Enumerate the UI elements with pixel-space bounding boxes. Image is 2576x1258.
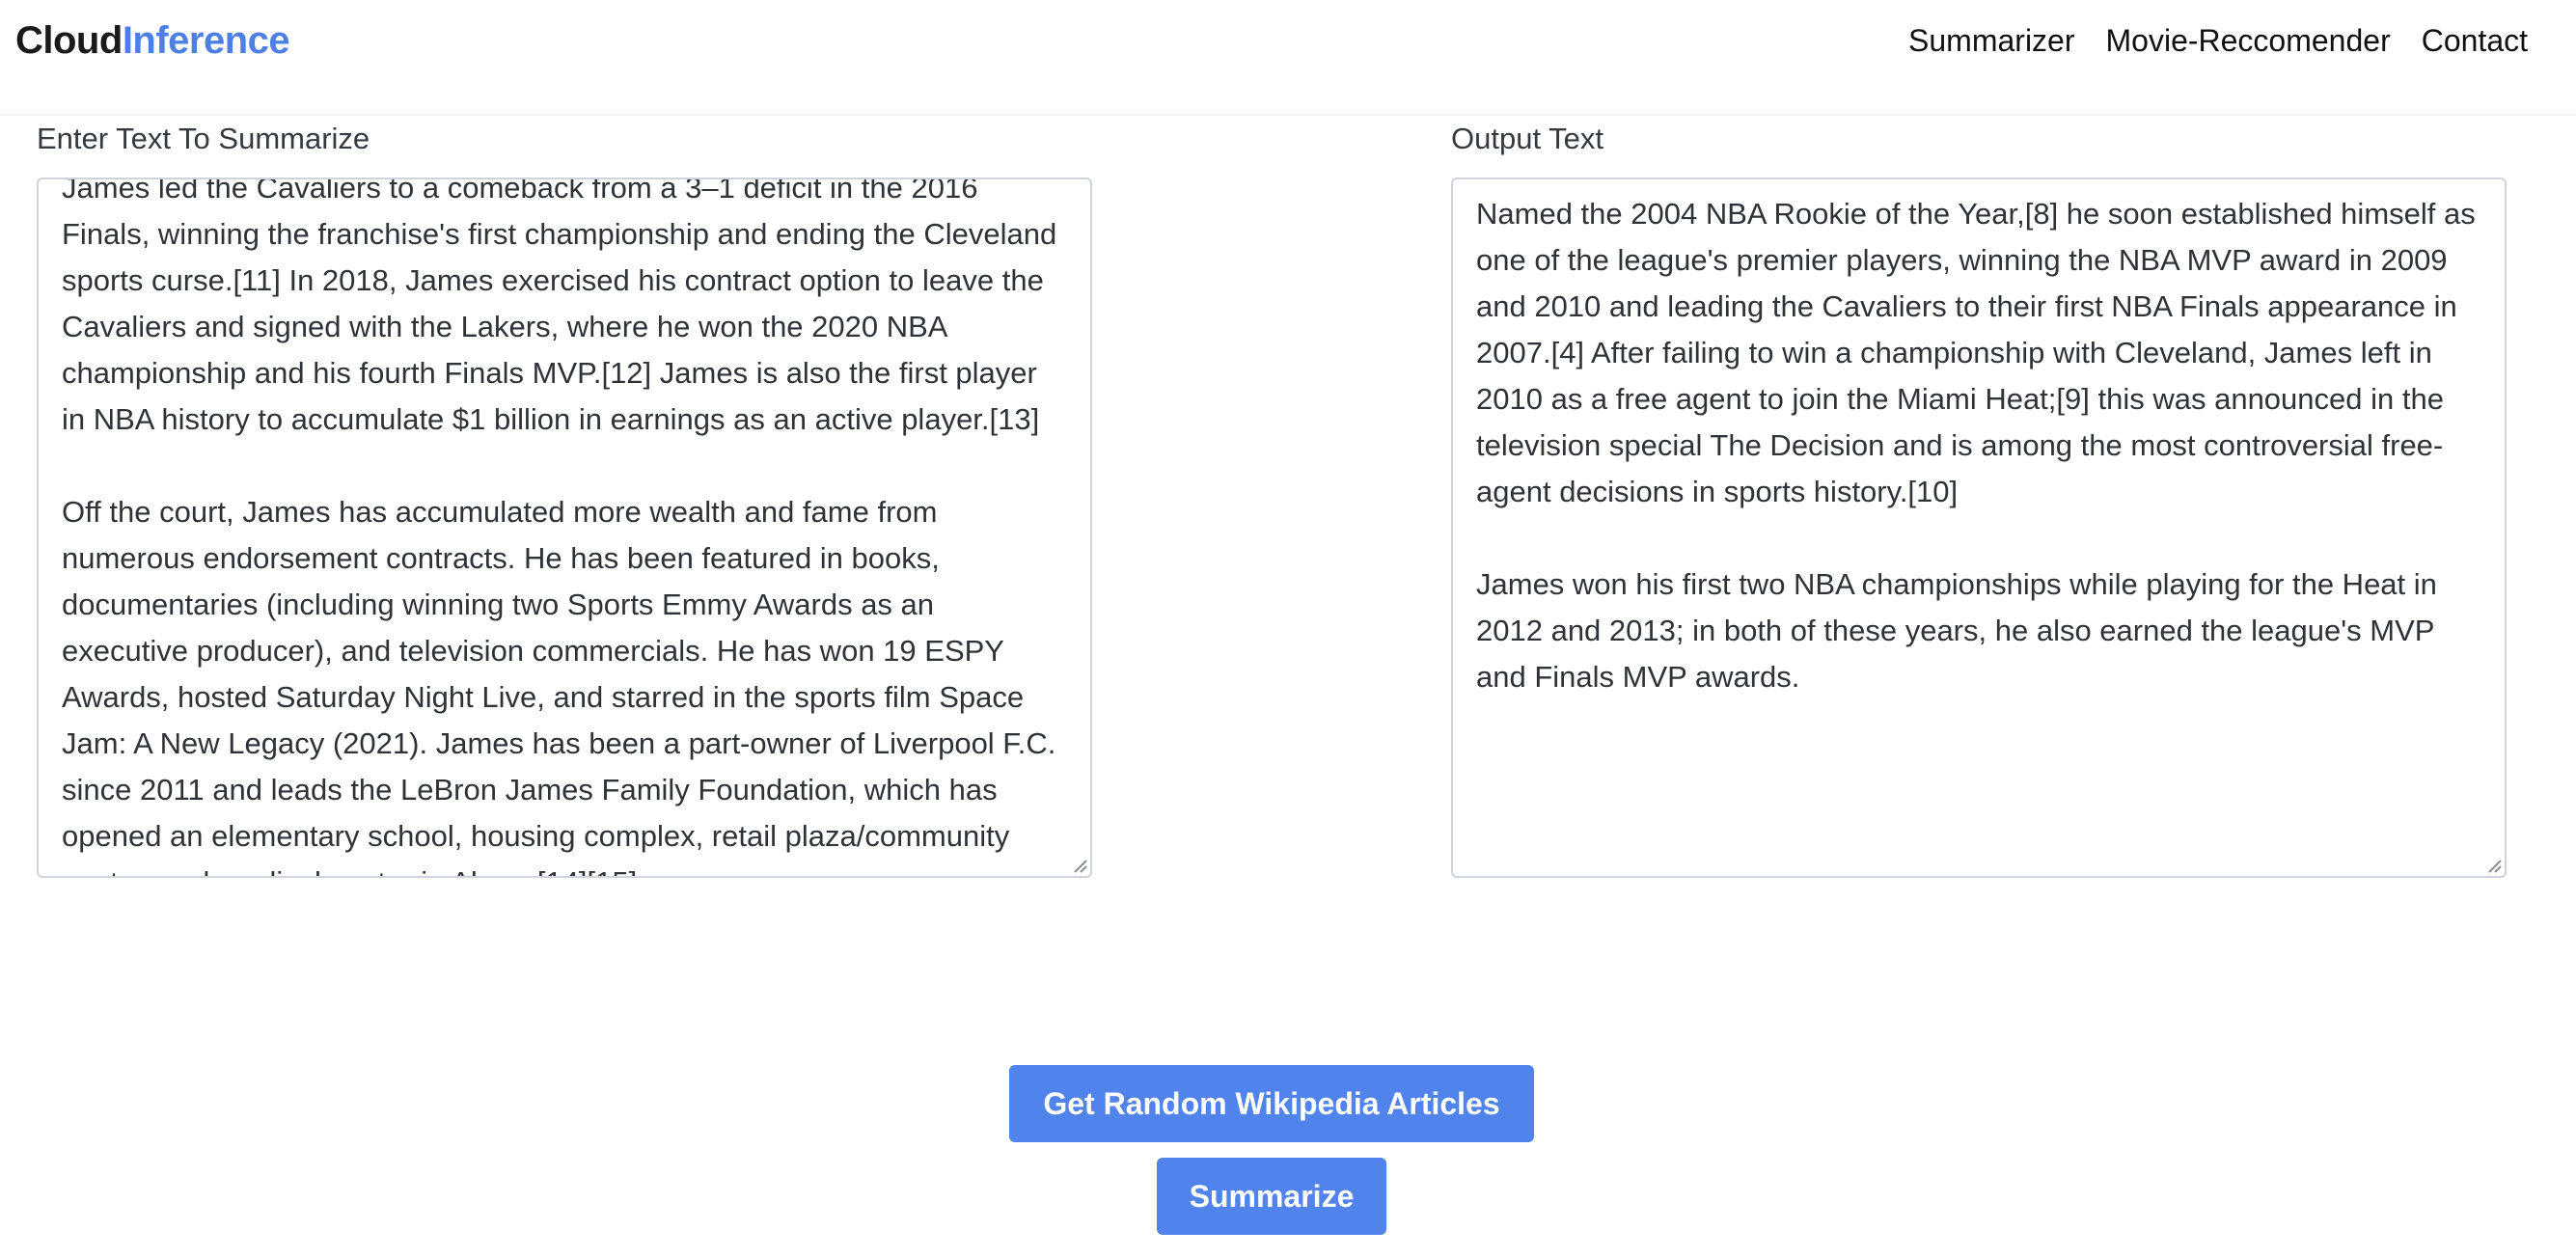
get-random-articles-button[interactable]: Get Random Wikipedia Articles [1009, 1065, 1534, 1142]
nav-link-movie-reccomender[interactable]: Movie-Reccomender [2106, 19, 2391, 62]
output-label: Output Text [1451, 122, 1603, 155]
nav-links: Summarizer Movie-Reccomender Contact [1908, 19, 2528, 62]
nav-link-contact[interactable]: Contact [2422, 19, 2528, 62]
resize-handle-icon[interactable] [1072, 858, 1087, 873]
brand-logo[interactable]: CloudInference [15, 17, 290, 64]
nav-link-summarizer[interactable]: Summarizer [1908, 19, 2074, 62]
input-textarea[interactable]: James led the Cavaliers to a comeback fr… [37, 178, 1092, 878]
summarize-button[interactable]: Summarize [1157, 1158, 1386, 1235]
input-text: James led the Cavaliers to a comeback fr… [62, 178, 1057, 876]
output-textarea[interactable]: Named the 2004 NBA Rookie of the Year,[8… [1451, 178, 2507, 878]
brand-part-inference: Inference [122, 19, 290, 62]
output-text: Named the 2004 NBA Rookie of the Year,[8… [1476, 197, 2476, 694]
input-label: Enter Text To Summarize [37, 122, 370, 155]
brand-part-cloud: Cloud [15, 19, 123, 62]
navbar: CloudInference Summarizer Movie-Reccomen… [0, 0, 2576, 116]
resize-handle-icon[interactable] [2486, 858, 2502, 873]
